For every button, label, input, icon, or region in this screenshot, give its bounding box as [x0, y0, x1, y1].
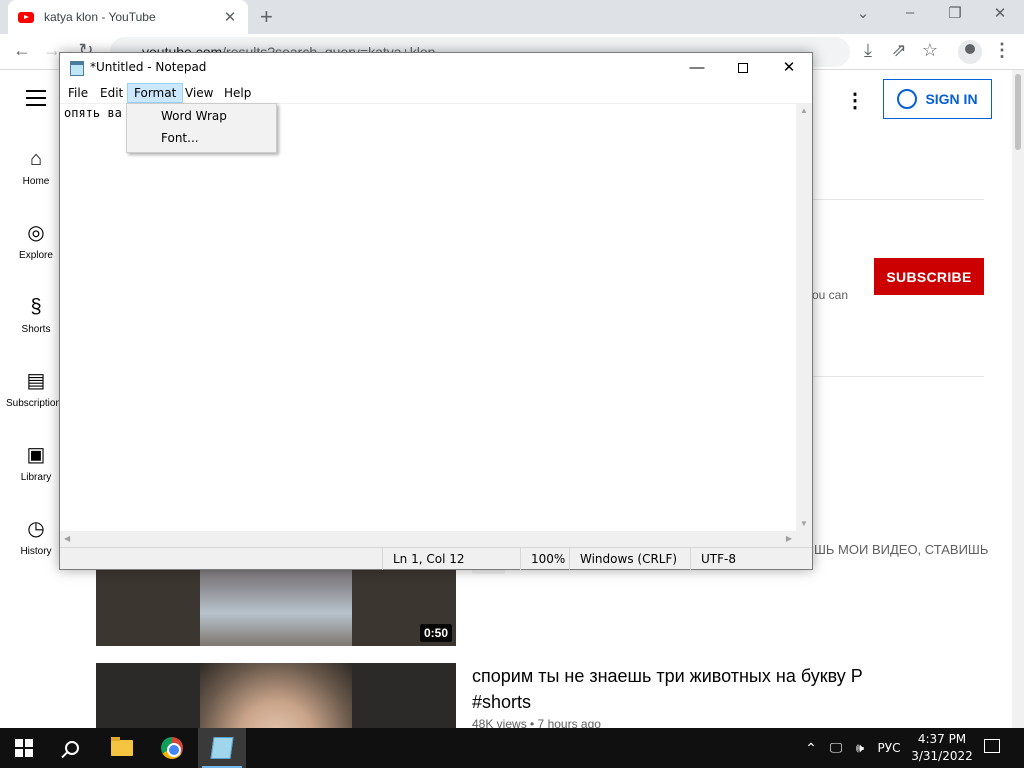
profile-avatar-icon[interactable]	[958, 40, 982, 64]
folder-icon	[111, 737, 133, 756]
scroll-down-arrow-icon[interactable]: ▼	[800, 519, 808, 528]
format-menu-dropdown: Word Wrap Font...	[126, 103, 277, 153]
taskbar: ⌃ 🖵 🕪 РУС 4:37 PM 3/31/2022	[0, 728, 1024, 768]
taskbar-clock[interactable]: 4:37 PM 3/31/2022	[906, 731, 978, 765]
browser-tab[interactable]: katya klon - YouTube ✕	[8, 0, 248, 34]
browser-maximize-button[interactable]: ❐	[940, 4, 970, 22]
resize-grip[interactable]	[796, 531, 812, 547]
start-button[interactable]	[0, 728, 48, 768]
notepad-horizontal-scrollbar[interactable]: ◀ ▶	[60, 531, 796, 547]
divider	[812, 199, 984, 200]
notifications-icon[interactable]	[984, 739, 1000, 753]
windows-logo-icon	[15, 739, 33, 757]
clock-date: 3/31/2022	[911, 749, 973, 763]
browser-close-button[interactable]: ✕	[985, 4, 1015, 22]
back-arrow-icon[interactable]: ←	[10, 40, 34, 61]
thumbnail-image	[200, 663, 352, 728]
menu-item-word-wrap[interactable]: Word Wrap	[161, 106, 227, 126]
browser-minimize-button[interactable]: –	[895, 4, 925, 21]
video-result[interactable]: спорим ты не знаешь три животных на букв…	[96, 663, 996, 728]
notepad-text-area[interactable]: опять ва	[60, 103, 796, 531]
notepad-minimize-button[interactable]: —	[674, 53, 720, 83]
subscribe-button[interactable]: SUBSCRIBE	[874, 258, 984, 295]
scroll-up-arrow-icon[interactable]: ▲	[800, 106, 808, 115]
install-app-icon[interactable]: ⤓	[856, 40, 880, 61]
network-icon[interactable]: 🖵	[824, 728, 848, 768]
user-circle-icon	[897, 89, 918, 109]
sign-in-label: SIGN IN	[925, 91, 978, 107]
bookmark-star-icon[interactable]: ☆	[918, 40, 942, 61]
scrollbar-thumb[interactable]	[1015, 74, 1021, 150]
page-scrollbar[interactable]	[1012, 70, 1024, 728]
notepad-vertical-scrollbar[interactable]: ▲ ▼	[796, 103, 812, 531]
settings-kebab-icon[interactable]: ⋮	[845, 88, 865, 113]
video-duration: 0:50	[419, 624, 452, 642]
channel-description-partial: ou can	[812, 288, 849, 302]
menu-edit[interactable]: Edit	[94, 83, 129, 103]
maximize-icon	[738, 63, 748, 74]
sign-in-button[interactable]: SIGN IN	[883, 79, 992, 119]
search-icon	[65, 741, 79, 755]
divider	[812, 376, 984, 377]
notepad-menubar: File Edit Format View Help	[60, 83, 812, 103]
show-hidden-icons-chevron-icon[interactable]: ⌃	[800, 728, 822, 768]
menu-view[interactable]: View	[179, 83, 219, 103]
input-language-indicator[interactable]: РУС	[874, 728, 904, 768]
browser-tab-bar: katya klon - YouTube ✕ + ⌄ – ❐ ✕	[0, 0, 1024, 34]
tab-search-icon[interactable]: ⌄	[848, 4, 878, 22]
taskbar-notepad[interactable]	[198, 728, 246, 768]
menu-help[interactable]: Help	[218, 83, 257, 103]
menu-item-font[interactable]: Font...	[161, 128, 199, 148]
notepad-titlebar[interactable]: *Untitled - Notepad — ✕	[60, 53, 812, 83]
video-thumbnail[interactable]	[96, 663, 456, 728]
youtube-favicon-icon	[18, 11, 34, 23]
status-cursor-position: Ln 1, Col 12	[382, 548, 465, 570]
tab-title: katya klon - YouTube	[44, 10, 156, 24]
hamburger-menu-icon[interactable]	[26, 90, 46, 111]
taskbar-file-explorer[interactable]	[98, 728, 146, 768]
status-line-endings: Windows (CRLF)	[569, 548, 677, 570]
scroll-right-arrow-icon[interactable]: ▶	[786, 534, 792, 543]
notepad-icon	[210, 737, 234, 759]
notepad-app-icon	[70, 61, 84, 76]
browser-menu-icon[interactable]: ⋮	[990, 40, 1014, 61]
notepad-close-button[interactable]: ✕	[766, 53, 812, 83]
clock-time: 4:37 PM	[917, 732, 967, 746]
notepad-maximize-button[interactable]	[720, 53, 766, 83]
share-icon[interactable]: ⇗	[887, 40, 911, 61]
status-encoding: UTF-8	[690, 548, 736, 570]
video-meta: 48K views • 7 hours ago	[472, 717, 601, 728]
new-tab-button[interactable]: +	[260, 4, 273, 30]
status-zoom: 100%	[520, 548, 565, 570]
chrome-icon	[161, 737, 183, 759]
notepad-title: *Untitled - Notepad	[90, 60, 207, 74]
search-button[interactable]	[48, 728, 96, 768]
menu-format[interactable]: Format	[127, 83, 184, 103]
taskbar-chrome[interactable]	[148, 728, 196, 768]
scroll-left-arrow-icon[interactable]: ◀	[64, 534, 70, 543]
notepad-status-bar: Ln 1, Col 12 100% Windows (CRLF) UTF-8	[60, 547, 812, 570]
notepad-text: опять ва	[64, 106, 122, 120]
video-title[interactable]: спорим ты не знаешь три животных на букв…	[472, 663, 912, 715]
volume-icon[interactable]: 🕪	[848, 728, 872, 768]
tab-close-icon[interactable]: ✕	[222, 8, 238, 26]
menu-file[interactable]: File	[62, 83, 94, 103]
